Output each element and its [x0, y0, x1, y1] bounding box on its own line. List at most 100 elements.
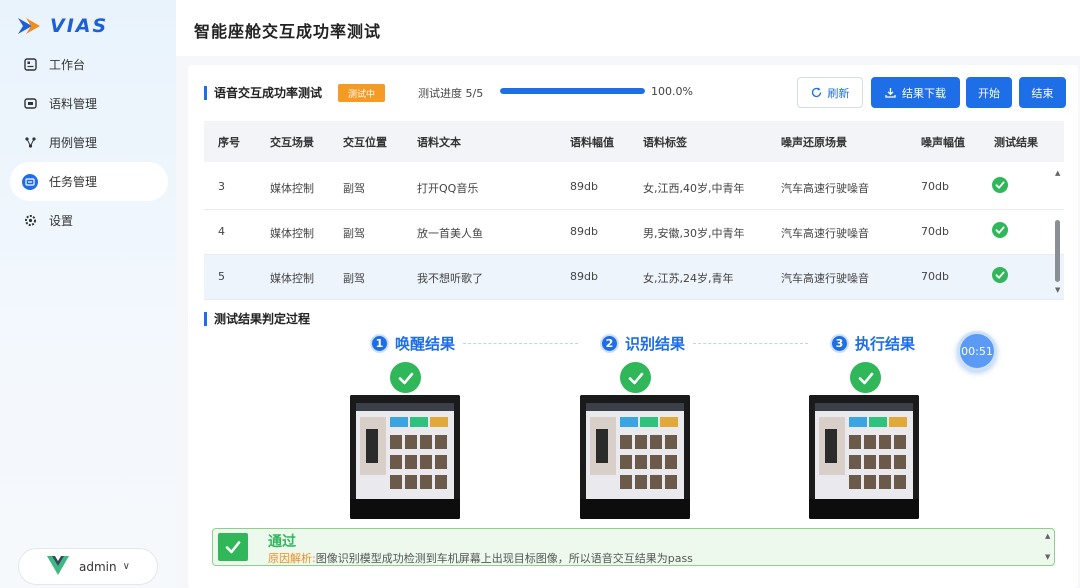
column-header: 噪声还原场景	[781, 135, 847, 149]
progress-fill	[500, 88, 645, 94]
table-row[interactable]: 3 媒体控制 副驾 打开QQ音乐 89db 女,江西,40岁,中青年 汽车高速行驶噪音 70d…	[204, 165, 1064, 210]
table-cell: 5	[218, 270, 225, 283]
table-cell: 汽车高速行驶噪音	[781, 182, 869, 195]
sidebar-item-corpus[interactable]: 语料管理	[10, 84, 168, 123]
sidebar-item-settings[interactable]: 设置	[10, 201, 168, 240]
wake-check-icon	[390, 362, 421, 393]
wake-screenshot	[350, 395, 460, 519]
table-header: 序号 交互场景 交互位置 语料文本 语料幅值 语料标签 噪声还原场景 噪声幅值 …	[204, 121, 1064, 162]
step-wake: 1 唤醒结果	[370, 333, 455, 354]
table-cell: 媒体控制	[270, 182, 314, 195]
column-header: 噪声幅值	[921, 135, 965, 149]
step-recognize: 2 识别结果	[600, 333, 685, 354]
table-cell: 女,江西,40岁,中青年	[643, 182, 745, 195]
table-cell: 汽车高速行驶噪音	[781, 272, 869, 285]
table-cell: 媒体控制	[270, 272, 314, 285]
vue-logo-icon	[47, 555, 69, 578]
progress-bar	[500, 88, 645, 94]
sidebar-item-label: 语料管理	[49, 97, 98, 111]
table-cell: 89db	[570, 225, 598, 238]
recognize-screenshot	[580, 395, 690, 519]
table-cell: 70db	[921, 225, 949, 238]
table-cell: 89db	[570, 180, 598, 193]
recognize-check-icon	[620, 362, 651, 393]
result-scroll-up-icon[interactable]: ▲	[1045, 532, 1050, 540]
table-cell: 汽车高速行驶噪音	[781, 227, 869, 240]
logo-text: VIAS	[50, 15, 109, 37]
table-cell: 3	[218, 180, 225, 193]
download-icon	[885, 87, 896, 98]
check-circle-icon	[992, 267, 1008, 283]
download-results-button[interactable]: 结果下载	[871, 77, 960, 108]
sidebar-item-tasks[interactable]: 任务管理	[10, 162, 168, 201]
result-panel: 通过 原因解析:图像识别模型成功检测到车机屏幕上出现目标图像，所以语音交互结果为…	[212, 528, 1055, 566]
step-connector	[463, 343, 578, 344]
column-header: 测试结果	[994, 135, 1038, 149]
sidebar-item-label: 任务管理	[49, 175, 98, 189]
start-button[interactable]: 开始	[966, 77, 1012, 108]
corpus-icon	[22, 96, 38, 112]
chevron-down-icon: ∨	[122, 561, 130, 572]
logo-mark-icon	[18, 16, 44, 36]
sidebar-item-label: 用例管理	[49, 136, 98, 150]
table-cell: 女,江苏,24岁,青年	[643, 272, 734, 285]
table-scrollbar[interactable]	[1055, 220, 1060, 282]
column-header: 语料标签	[643, 135, 687, 149]
result-title: 通过	[268, 534, 296, 550]
judgement-section-title: 测试结果判定过程	[204, 312, 310, 326]
user-menu[interactable]: admin ∨	[18, 548, 158, 585]
end-button[interactable]: 结束	[1019, 77, 1066, 108]
table-cell: 媒体控制	[270, 227, 314, 240]
result-scroll-down-icon[interactable]: ▼	[1045, 553, 1050, 561]
task-icon	[22, 173, 38, 190]
sidebar-item-label: 工作台	[49, 58, 86, 72]
page-header: 智能座舱交互成功率测试	[176, 0, 1080, 56]
table-row[interactable]: 4 媒体控制 副驾 放一首美人鱼 89db 男,安徽,30岁,中青年 汽车高速行驶噪音 70d…	[204, 210, 1064, 255]
table-cell: 70db	[921, 270, 949, 283]
reason-text: 图像识别模型成功检测到车机屏幕上出现目标图像，所以语音交互结果为pass	[315, 552, 693, 565]
table-cell: 副驾	[343, 272, 365, 285]
app-logo[interactable]: VIAS	[18, 13, 108, 39]
check-circle-icon	[992, 177, 1008, 193]
check-circle-icon	[992, 222, 1008, 238]
download-label: 结果下载	[902, 86, 946, 100]
dashboard-icon	[22, 57, 38, 73]
sidebar-nav: 工作台 语料管理 用例管理 任务管理 设置	[10, 45, 168, 240]
step-label: 执行结果	[855, 335, 916, 353]
step-execute: 3 执行结果	[830, 333, 915, 354]
column-header: 序号	[218, 135, 240, 149]
step-number: 1	[370, 334, 389, 353]
refresh-button[interactable]: 刷新	[797, 77, 863, 108]
table-cell: 放一首美人鱼	[417, 227, 483, 240]
step-number: 2	[600, 334, 619, 353]
table-cell: 89db	[570, 270, 598, 283]
step-number: 3	[830, 334, 849, 353]
progress-percent: 100.0%	[651, 85, 693, 98]
gear-icon	[22, 213, 38, 229]
column-header: 语料幅值	[570, 135, 614, 149]
sidebar: VIAS 工作台 语料管理 用例管理 任务管理 设置 admin ∨	[0, 0, 176, 588]
sidebar-item-workbench[interactable]: 工作台	[10, 45, 168, 84]
results-table: 序号 交互场景 交互位置 语料文本 语料幅值 语料标签 噪声还原场景 噪声幅值 …	[204, 121, 1064, 300]
scroll-down-icon[interactable]: ▼	[1055, 286, 1060, 294]
sidebar-item-cases[interactable]: 用例管理	[10, 123, 168, 162]
step-label: 识别结果	[625, 335, 686, 353]
table-cell: 我不想听歌了	[417, 272, 483, 285]
table-row[interactable]: 5 媒体控制 副驾 我不想听歌了 89db 女,江苏,24岁,青年 汽车高速行驶噪音 70db	[204, 255, 1064, 300]
refresh-icon	[811, 87, 822, 98]
table-cell: 副驾	[343, 182, 365, 195]
column-header: 交互位置	[343, 135, 387, 149]
scroll-up-icon[interactable]: ▲	[1055, 169, 1060, 177]
reason-key: 原因解析:	[268, 552, 316, 565]
pass-check-icon	[218, 533, 248, 561]
timer-badge: 00:51	[957, 331, 997, 371]
result-reason: 原因解析:图像识别模型成功检测到车机屏幕上出现目标图像，所以语音交互结果为pas…	[268, 550, 693, 566]
case-icon	[22, 135, 38, 151]
status-badge: 测试中	[338, 84, 385, 102]
execute-screenshot	[809, 395, 919, 519]
main-card: 语音交互成功率测试 测试中 测试进度 5/5 100.0% 刷新 结果下载 开始…	[188, 65, 1078, 588]
table-cell: 4	[218, 225, 225, 238]
column-header: 语料文本	[417, 135, 461, 149]
column-header: 交互场景	[270, 135, 314, 149]
table-cell: 男,安徽,30岁,中青年	[643, 227, 745, 240]
